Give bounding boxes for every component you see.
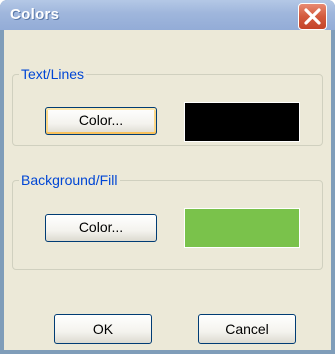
text-lines-color-button[interactable]: Color... [45, 107, 157, 135]
cancel-button[interactable]: Cancel [198, 314, 296, 344]
dialog-body: Text/Lines Color... Background/Fill Colo… [4, 30, 331, 350]
background-fill-color-swatch [184, 208, 300, 248]
window-bottom-border [0, 350, 335, 354]
colors-dialog: Colors Text/Lines Color... Background/Fi… [0, 0, 335, 354]
title-bar[interactable]: Colors [0, 0, 335, 30]
dialog-title: Colors [10, 6, 60, 23]
close-icon [304, 8, 321, 25]
ok-button[interactable]: OK [54, 314, 152, 344]
close-button[interactable] [298, 3, 327, 30]
text-lines-color-swatch [184, 102, 300, 142]
text-lines-legend: Text/Lines [21, 66, 85, 82]
background-fill-legend: Background/Fill [21, 172, 118, 188]
background-fill-color-button[interactable]: Color... [45, 214, 157, 242]
